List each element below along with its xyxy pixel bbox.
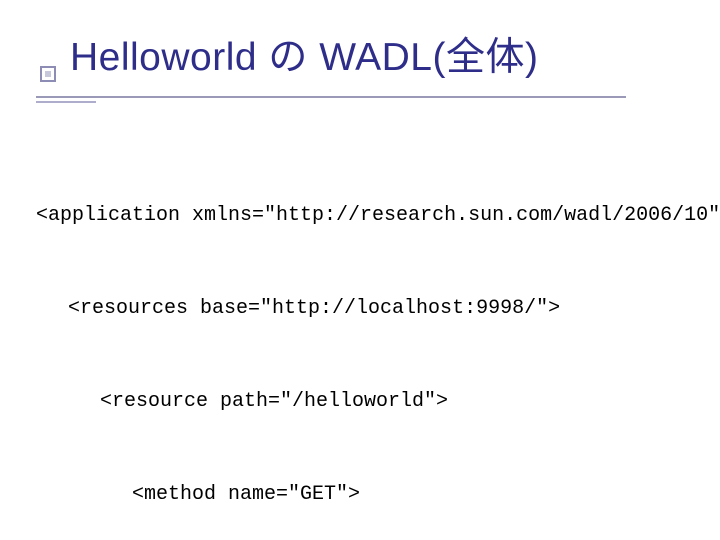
- divider-accent: [36, 101, 96, 103]
- slide: Helloworld の WADL(全体) <application xmlns…: [0, 0, 720, 540]
- code-line: <resources base="http://localhost:9998/"…: [36, 293, 684, 324]
- slide-title: Helloworld の WADL(全体): [70, 26, 684, 82]
- code-block: <application xmlns="http://research.sun.…: [36, 138, 684, 540]
- code-line: <method name="GET">: [36, 479, 684, 510]
- title-block: Helloworld の WADL(全体): [36, 26, 684, 82]
- code-line: <resource path="/helloworld">: [36, 386, 684, 417]
- code-line: <application xmlns="http://research.sun.…: [36, 200, 684, 231]
- bullet-icon: [40, 66, 56, 82]
- divider-line: [36, 96, 626, 98]
